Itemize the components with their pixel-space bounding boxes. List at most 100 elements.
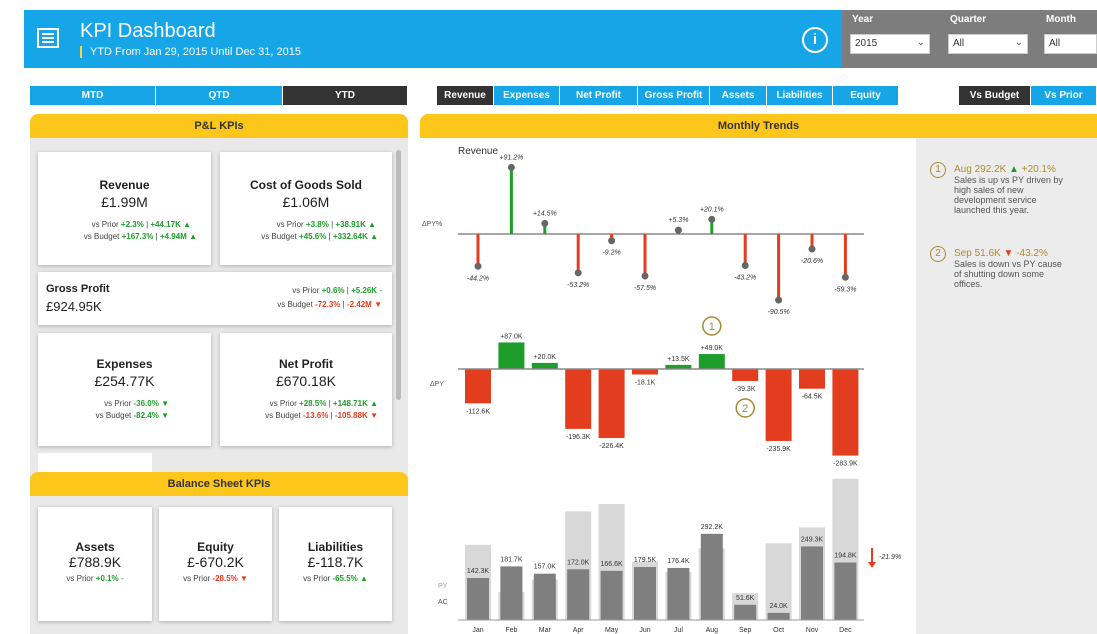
data-label: 51.6K	[736, 595, 755, 602]
month-value: All	[1049, 38, 1061, 49]
vs-prior-label: vs Prior	[303, 574, 331, 583]
gross-profit-card[interactable]: Gross Profit £924.95K vs Prior +0.6% | +…	[38, 272, 392, 325]
tab-revenue[interactable]: Revenue	[437, 86, 494, 105]
tab-vs-prior[interactable]: Vs Prior	[1031, 86, 1097, 105]
delta-bar	[698, 354, 725, 369]
compare-tabs: Vs Budget Vs Prior	[959, 86, 1097, 105]
tab-qtd[interactable]: QTD	[156, 86, 283, 105]
data-label: -43.2%	[734, 275, 756, 282]
data-label: +87.0K	[500, 333, 523, 340]
expenses-card[interactable]: Expenses £254.77K vs Prior -36.0% ▼ vs B…	[38, 333, 211, 446]
data-label: -90.5%	[768, 309, 790, 316]
card-title: Net Profit	[279, 357, 333, 371]
tab-mtd[interactable]: MTD	[30, 86, 156, 105]
vs-prior-label: vs Prior	[269, 399, 297, 408]
vs-budget-row: vs Budget -13.6% | -105.88K ▼	[220, 411, 392, 420]
card-value: £670.18K	[276, 373, 336, 389]
lollipop-dot	[574, 269, 582, 277]
ac-bar	[667, 567, 690, 620]
separator: |	[146, 220, 149, 229]
data-label: 157.0K	[534, 564, 557, 571]
down-arrow-icon: ▼	[370, 411, 378, 420]
assets-card[interactable]: Assets £788.9K vs Prior +0.1% -	[38, 507, 152, 621]
vs-prior-row: vs Prior -65.5% ▲	[279, 574, 392, 583]
axis-label: ΔPY	[430, 381, 444, 388]
separator: |	[328, 232, 331, 241]
monthly-trends-chart: Revenue ΔPY% -44.2% +91.2% +14.5% -53.2% -9.2%…	[422, 146, 901, 634]
down-arrow-icon: ▼	[161, 399, 169, 408]
card-value: £924.95K	[46, 299, 102, 314]
lollipop-dot	[608, 237, 616, 245]
up-arrow-icon: ▲	[1009, 164, 1019, 175]
data-label: +20.1%	[700, 206, 724, 213]
tab-expenses[interactable]: Expenses	[494, 86, 560, 105]
equity-card[interactable]: Equity £-670.2K vs Prior -28.5% ▼	[159, 507, 272, 621]
vs-budget-row: vs Budget +167.3% | +4.94M ▲	[38, 232, 211, 241]
vs-prior-pct: +3.8%	[305, 220, 329, 229]
report-icon	[37, 28, 59, 48]
year-value: 2015	[855, 38, 878, 49]
net-profit-card[interactable]: Net Profit £670.18K vs Prior +28.5% | +1…	[220, 333, 392, 446]
year-select[interactable]: 2015 ⌄	[850, 34, 930, 54]
tab-assets[interactable]: Assets	[710, 86, 767, 105]
revenue-card[interactable]: Revenue £1.99M vs Prior +2.3% | +44.17K …	[38, 152, 211, 265]
note-1: 1 Aug 292.2K ▲ +20.1% Sales is up vs PY …	[930, 162, 1063, 215]
delta-bar	[531, 362, 558, 369]
vs-budget-row: vs Budget -82.4% ▼	[38, 411, 211, 420]
ac-bar	[834, 562, 857, 620]
tab-vs-budget[interactable]: Vs Budget	[959, 86, 1031, 105]
up-arrow-icon: ▲	[189, 232, 197, 241]
ac-bar	[533, 573, 556, 620]
delta-bar	[498, 342, 525, 369]
kpi-scrollbar[interactable]	[396, 150, 401, 400]
lollipop-dot	[507, 163, 515, 171]
data-label: -112.6K	[466, 408, 490, 415]
note-2: 2 Sep 51.6K ▼ -43.2% Sales is down vs PY…	[930, 246, 1062, 289]
vs-prior-label: vs Prior	[66, 574, 94, 583]
card-value: £1.06M	[282, 194, 330, 210]
card-value: £1.99M	[101, 194, 148, 210]
cogs-card[interactable]: Cost of Goods Sold £1.06M vs Prior +3.8%…	[220, 152, 392, 265]
up-arrow-icon: ▲	[368, 220, 376, 229]
card-title: Gross Profit	[46, 283, 110, 295]
delta-bar	[598, 369, 625, 439]
data-label: -39.3K	[735, 386, 756, 393]
dashboard: KPI Dashboard YTD From Jan 29, 2015 Unti…	[0, 0, 1097, 634]
month-select[interactable]: All	[1044, 34, 1097, 54]
data-label: 172.0K	[567, 559, 590, 566]
ac-bar	[567, 569, 590, 620]
x-tick-label: Apr	[573, 627, 585, 634]
ac-bar	[500, 566, 523, 620]
note-number: 2	[930, 246, 946, 262]
tab-net-profit[interactable]: Net Profit	[560, 86, 638, 105]
tab-liabilities[interactable]: Liabilities	[767, 86, 833, 105]
separator: |	[342, 300, 345, 309]
ac-bar	[801, 546, 823, 620]
series-label: PY	[438, 583, 448, 590]
down-arrow-icon: ▼	[1003, 248, 1014, 259]
card-title: Liabilities	[307, 540, 364, 554]
card-title: Equity	[197, 540, 234, 554]
vs-budget-label: vs Budget	[277, 300, 313, 309]
data-label: -64.5K	[802, 394, 823, 401]
data-label: -20.6%	[801, 258, 823, 265]
vs-prior-label: vs Prior	[292, 286, 320, 295]
note-heading: Aug 292.2K ▲ +20.1%	[954, 164, 1063, 175]
liabilities-card[interactable]: Liabilities £-118.7K vs Prior -65.5% ▲	[279, 507, 392, 621]
tab-gross-profit[interactable]: Gross Profit	[638, 86, 710, 105]
note-text-line: of shutting down some	[954, 269, 1045, 279]
tab-ytd[interactable]: YTD	[283, 86, 408, 105]
lollipop-dot	[708, 215, 716, 223]
data-label: +13.5K	[667, 356, 690, 363]
delta-bar	[832, 369, 859, 456]
quarter-select[interactable]: All ⌄	[948, 34, 1028, 54]
vs-prior-row: vs Prior +28.5% | +148.71K ▲	[220, 399, 392, 408]
info-icon[interactable]: i	[802, 27, 828, 53]
note-text-line: launched this year.	[954, 205, 1030, 215]
vs-prior-pct: -36.0%	[133, 399, 159, 408]
lollipop-dot	[741, 262, 749, 270]
data-label: 166.6K	[601, 561, 624, 568]
delta-bar	[565, 369, 592, 429]
measure-tabs: Revenue Expenses Net Profit Gross Profit…	[437, 86, 899, 105]
tab-equity[interactable]: Equity	[833, 86, 899, 105]
